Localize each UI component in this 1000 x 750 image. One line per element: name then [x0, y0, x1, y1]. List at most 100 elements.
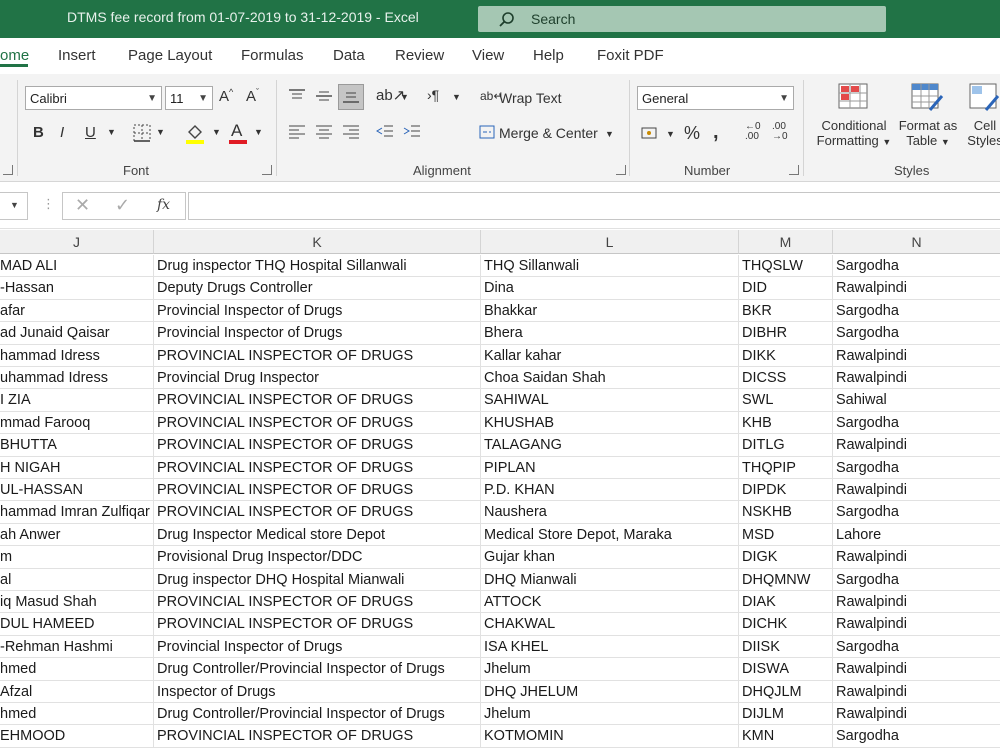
location-cell[interactable]: Bhera — [481, 322, 739, 345]
designation-cell[interactable]: Drug inspector THQ Hospital Sillanwali — [154, 255, 481, 278]
name-cell[interactable]: al — [0, 568, 154, 591]
region-cell[interactable]: Rawalpindi — [833, 367, 1000, 390]
code-cell[interactable]: NSKHB — [739, 501, 833, 524]
designation-cell[interactable]: PROVINCIAL INSPECTOR OF DRUGS — [154, 479, 481, 502]
location-cell[interactable]: KOTMOMIN — [481, 725, 739, 748]
designation-cell[interactable]: PROVINCIAL INSPECTOR OF DRUGS — [154, 456, 481, 479]
region-cell[interactable]: Rawalpindi — [833, 703, 1000, 726]
chevron-down-icon[interactable]: ▼ — [666, 129, 675, 139]
tab-page-layout[interactable]: Page Layout — [128, 47, 212, 64]
location-cell[interactable]: ATTOCK — [481, 591, 739, 614]
chevron-down-icon[interactable]: ▼ — [156, 127, 165, 137]
location-cell[interactable]: P.D. KHAN — [481, 479, 739, 502]
tab-insert[interactable]: Insert — [58, 47, 96, 64]
chevron-down-icon[interactable]: ▼ — [254, 127, 263, 137]
code-cell[interactable]: DIJLM — [739, 703, 833, 726]
location-cell[interactable]: DHQ Mianwali — [481, 568, 739, 591]
designation-cell[interactable]: Provincial Inspector of Drugs — [154, 299, 481, 323]
name-cell[interactable]: H NIGAH — [0, 456, 154, 479]
code-cell[interactable]: DITLG — [739, 434, 833, 457]
column-header-j[interactable]: J — [0, 230, 154, 254]
region-cell[interactable]: Sargodha — [833, 725, 1000, 748]
region-cell[interactable]: Sargodha — [833, 501, 1000, 524]
name-cell[interactable]: BHUTTA — [0, 434, 154, 457]
region-cell[interactable]: Rawalpindi — [833, 613, 1000, 636]
column-header-k[interactable]: K — [154, 230, 481, 254]
location-cell[interactable]: Medical Store Depot, Maraka — [481, 523, 739, 547]
region-cell[interactable]: Rawalpindi — [833, 434, 1000, 457]
region-cell[interactable]: Rawalpindi — [833, 345, 1000, 367]
name-cell[interactable]: uhammad Idress — [0, 367, 154, 390]
cell-styles-button[interactable]: Cell Styles — [962, 118, 1000, 148]
wrap-text-button[interactable]: Wrap Text — [499, 90, 562, 106]
designation-cell[interactable]: PROVINCIAL INSPECTOR OF DRUGS — [154, 613, 481, 636]
formula-input[interactable] — [188, 192, 1000, 220]
search-box[interactable]: Search — [478, 6, 886, 32]
code-cell[interactable]: DIAK — [739, 591, 833, 614]
location-cell[interactable]: CHAKWAL — [481, 613, 739, 636]
code-cell[interactable]: DHQJLM — [739, 680, 833, 703]
code-cell[interactable]: THQPIP — [739, 456, 833, 479]
name-cell[interactable]: hammad Imran Zulfiqar — [0, 501, 154, 524]
code-cell[interactable]: BKR — [739, 299, 833, 323]
location-cell[interactable]: Naushera — [481, 501, 739, 524]
code-cell[interactable]: DICSS — [739, 367, 833, 390]
tab-home[interactable]: ome — [0, 47, 29, 64]
region-cell[interactable]: Sargodha — [833, 636, 1000, 659]
clipboard-launcher-icon[interactable] — [3, 165, 13, 175]
code-cell[interactable]: THQSLW — [739, 255, 833, 278]
region-cell[interactable]: Sargodha — [833, 569, 1000, 591]
tab-formulas[interactable]: Formulas — [241, 47, 304, 64]
designation-cell[interactable]: Drug inspector DHQ Hospital Mianwali — [154, 568, 481, 591]
designation-cell[interactable]: PROVINCIAL INSPECTOR OF DRUGS — [154, 344, 481, 367]
align-top-icon[interactable] — [288, 88, 306, 104]
tab-help[interactable]: Help — [533, 47, 564, 64]
designation-cell[interactable]: PROVINCIAL INSPECTOR OF DRUGS — [154, 411, 481, 435]
tab-view[interactable]: View — [472, 47, 504, 64]
region-cell[interactable]: Sargodha — [833, 457, 1000, 479]
region-cell[interactable]: Rawalpindi — [833, 681, 1000, 703]
bold-icon[interactable]: B — [33, 124, 44, 141]
code-cell[interactable]: DID — [739, 277, 833, 300]
decrease-decimal-icon[interactable]: .00 →0 — [772, 122, 788, 142]
name-cell[interactable]: Afzal — [0, 680, 154, 703]
designation-cell[interactable]: Provincial Inspector of Drugs — [154, 322, 481, 345]
designation-cell[interactable]: PROVINCIAL INSPECTOR OF DRUGS — [154, 434, 481, 457]
name-cell[interactable]: hmed — [0, 703, 154, 726]
designation-cell[interactable]: PROVINCIAL INSPECTOR OF DRUGS — [154, 591, 481, 614]
chevron-down-icon[interactable]: ▼ — [400, 92, 409, 102]
number-format-select[interactable]: General ▼ — [637, 86, 794, 110]
name-box-dropdown[interactable]: ▼ — [0, 192, 28, 220]
code-cell[interactable]: DIGK — [739, 546, 833, 569]
designation-cell[interactable]: PROVINCIAL INSPECTOR OF DRUGS — [154, 389, 481, 412]
location-cell[interactable]: PIPLAN — [481, 456, 739, 479]
region-cell[interactable]: Sargodha — [833, 322, 1000, 345]
region-cell[interactable]: Rawalpindi — [833, 591, 1000, 614]
code-cell[interactable]: MSD — [739, 523, 833, 547]
name-cell[interactable]: iq Masud Shah — [0, 591, 154, 614]
code-cell[interactable]: KMN — [739, 725, 833, 748]
location-cell[interactable]: KHUSHAB — [481, 411, 739, 435]
code-cell[interactable]: DISWA — [739, 658, 833, 681]
accounting-format-icon[interactable] — [641, 125, 661, 141]
increase-indent-icon[interactable] — [403, 124, 421, 140]
code-cell[interactable]: DIPDK — [739, 479, 833, 502]
location-cell[interactable]: TALAGANG — [481, 434, 739, 457]
designation-cell[interactable]: PROVINCIAL INSPECTOR OF DRUGS — [154, 725, 481, 748]
name-cell[interactable]: -Hassan — [0, 277, 154, 300]
location-cell[interactable]: ISA KHEL — [481, 635, 739, 659]
resize-handle-icon[interactable]: ⋮ — [42, 196, 55, 212]
region-cell[interactable]: Rawalpindi — [833, 546, 1000, 569]
chevron-down-icon[interactable]: ▼ — [107, 127, 116, 137]
designation-cell[interactable]: Provisional Drug Inspector/DDC — [154, 546, 481, 569]
region-cell[interactable]: Rawalpindi — [833, 277, 1000, 300]
column-header-n[interactable]: N — [833, 230, 1000, 254]
borders-icon[interactable] — [133, 124, 151, 142]
font-launcher-icon[interactable] — [262, 165, 272, 175]
name-cell[interactable]: afar — [0, 299, 154, 323]
code-cell[interactable]: DIISK — [739, 635, 833, 659]
designation-cell[interactable]: Inspector of Drugs — [154, 680, 481, 703]
comma-style-icon[interactable]: , — [713, 121, 719, 144]
location-cell[interactable]: Choa Saidan Shah — [481, 367, 739, 390]
decrease-font-size-icon[interactable]: Aˇ — [246, 87, 259, 105]
